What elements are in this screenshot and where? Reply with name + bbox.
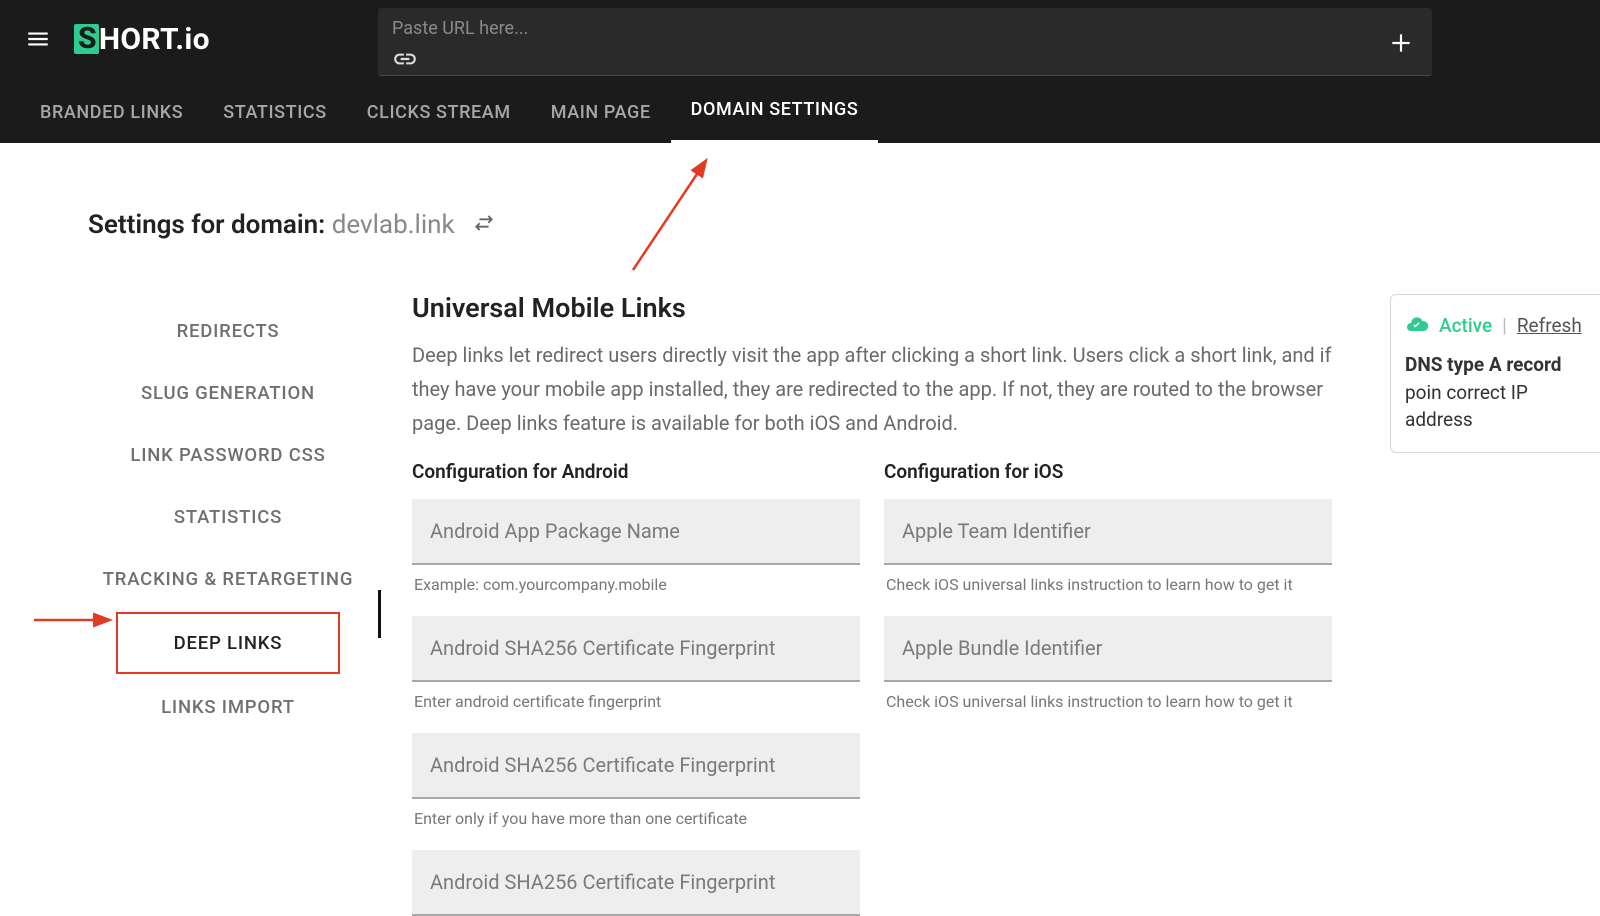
dns-status-label: Active	[1439, 314, 1492, 337]
sidebar-item-slug-generation[interactable]: SLUG GENERATION	[88, 362, 368, 424]
dns-text-bold: DNS type A record	[1405, 353, 1561, 376]
logo-mark: S	[74, 24, 99, 54]
config-columns: Configuration for Android Android App Pa…	[412, 460, 1332, 916]
annotation-arrow-horizontal	[32, 608, 116, 632]
android-package-name-hint: Example: com.yourcompany.mobile	[414, 575, 858, 594]
dns-separator: |	[1502, 314, 1507, 337]
url-input-box[interactable]: Paste URL here...	[378, 8, 1432, 76]
dns-text-rest: poin correct IP address	[1405, 381, 1528, 432]
page-title-prefix: Settings for domain:	[88, 210, 332, 240]
sidebar-item-redirects[interactable]: REDIRECTS	[88, 300, 368, 362]
android-title: Configuration for Android	[412, 460, 860, 483]
settings-sidebar: REDIRECTS SLUG GENERATION LINK PASSWORD …	[88, 300, 368, 738]
dns-status-row: Active | Refresh	[1405, 313, 1586, 337]
swap-icon	[473, 212, 495, 234]
ios-title: Configuration for iOS	[884, 460, 1332, 483]
android-sha256-hint-1: Enter android certificate fingerprint	[414, 692, 858, 711]
annotation-arrow-diagonal	[625, 150, 725, 280]
hamburger-icon	[25, 26, 51, 52]
hamburger-menu-button[interactable]	[18, 19, 58, 59]
sidebar-item-links-import[interactable]: LINKS IMPORT	[88, 676, 368, 738]
topbar-row: SHORT.io Paste URL here...	[0, 0, 1600, 78]
domain-name: devlab.link	[332, 210, 455, 240]
android-column: Configuration for Android Android App Pa…	[412, 460, 860, 916]
tab-branded-links[interactable]: BRANDED LINKS	[20, 102, 203, 143]
sidebar-item-statistics[interactable]: STATISTICS	[88, 486, 368, 548]
dns-refresh-link[interactable]: Refresh	[1517, 314, 1582, 337]
dns-description: DNS type A record poin correct IP addres…	[1405, 351, 1586, 434]
logo[interactable]: SHORT.io	[74, 22, 210, 57]
android-sha256-hint-2: Enter only if you have more than one cer…	[414, 809, 858, 828]
tab-main-page[interactable]: MAIN PAGE	[531, 102, 671, 143]
tab-domain-settings[interactable]: DOMAIN SETTINGS	[671, 99, 879, 143]
check-cloud-icon	[1405, 313, 1429, 337]
apple-team-id-hint: Check iOS universal links instruction to…	[886, 575, 1330, 594]
android-sha256-input-3[interactable]: Android SHA256 Certificate Fingerprint	[412, 850, 860, 916]
android-sha256-input-1[interactable]: Android SHA256 Certificate Fingerprint	[412, 616, 860, 682]
apple-bundle-id-hint: Check iOS universal links instruction to…	[886, 692, 1330, 711]
swap-domain-button[interactable]	[473, 211, 495, 241]
section-description: Deep links let redirect users directly v…	[412, 338, 1332, 440]
tab-statistics[interactable]: STATISTICS	[203, 102, 347, 143]
apple-team-id-input[interactable]: Apple Team Identifier	[884, 499, 1332, 565]
section-heading: Universal Mobile Links	[412, 292, 1332, 324]
tab-clicks-stream[interactable]: CLICKS STREAM	[347, 102, 531, 143]
android-sha256-input-2[interactable]: Android SHA256 Certificate Fingerprint	[412, 733, 860, 799]
topbar: SHORT.io Paste URL here... BRANDED LINKS…	[0, 0, 1600, 143]
android-package-name-input[interactable]: Android App Package Name	[412, 499, 860, 565]
sidebar-active-marker	[378, 590, 381, 638]
sidebar-item-link-password-css[interactable]: LINK PASSWORD CSS	[88, 424, 368, 486]
ios-column: Configuration for iOS Apple Team Identif…	[884, 460, 1332, 916]
logo-text: HORT.io	[99, 22, 210, 57]
add-link-button[interactable]	[1388, 30, 1414, 60]
url-input-placeholder: Paste URL here...	[392, 18, 528, 39]
link-icon	[392, 46, 418, 76]
sidebar-item-tracking-retargeting[interactable]: TRACKING & RETARGETING	[88, 548, 368, 610]
main-content: Universal Mobile Links Deep links let re…	[412, 292, 1332, 916]
nav-tabs: BRANDED LINKS STATISTICS CLICKS STREAM M…	[0, 78, 1600, 143]
sidebar-item-deep-links[interactable]: DEEP LINKS	[116, 612, 340, 674]
dns-status-card: Active | Refresh DNS type A record poin …	[1390, 294, 1600, 453]
page-title: Settings for domain: devlab.link	[88, 210, 495, 241]
apple-bundle-id-input[interactable]: Apple Bundle Identifier	[884, 616, 1332, 682]
